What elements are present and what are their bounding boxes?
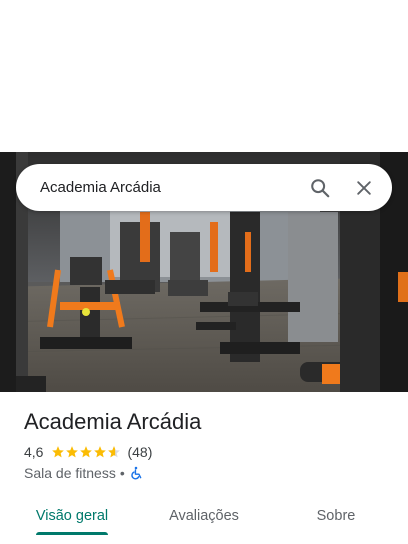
search-query[interactable]: Academia Arcádia xyxy=(40,179,300,196)
star-icon xyxy=(94,446,107,458)
star-icon xyxy=(80,446,93,458)
search-icon xyxy=(311,178,330,197)
rating-stars xyxy=(51,445,121,459)
place-tabs: Visão geral Avaliações Sobre xyxy=(0,496,408,544)
place-category: Sala de fitness xyxy=(24,465,116,481)
active-tab-indicator xyxy=(36,532,108,535)
clear-search-button[interactable] xyxy=(344,168,384,208)
tab-overview[interactable]: Visão geral xyxy=(24,496,120,536)
tab-about[interactable]: Sobre xyxy=(288,496,384,536)
separator: • xyxy=(119,465,125,481)
wheelchair-accessible-icon[interactable] xyxy=(129,466,143,480)
tab-reviews[interactable]: Avaliações xyxy=(156,496,252,536)
search-button[interactable] xyxy=(300,168,340,208)
search-box[interactable]: Academia Arcádia xyxy=(16,164,392,211)
category-row: Sala de fitness • xyxy=(24,465,143,481)
review-count[interactable]: (48) xyxy=(127,444,152,460)
rating-value: 4,6 xyxy=(24,444,44,460)
star-half-icon xyxy=(108,446,121,458)
rating-row[interactable]: 4,6 (48) xyxy=(24,444,152,460)
star-icon xyxy=(66,446,79,458)
star-icon xyxy=(52,446,65,458)
close-icon xyxy=(357,180,371,195)
place-title: Academia Arcádia xyxy=(24,409,202,434)
